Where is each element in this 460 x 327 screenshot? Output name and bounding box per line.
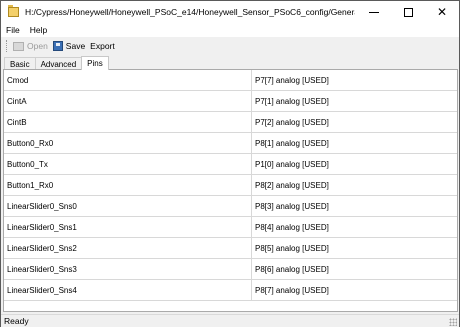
pin-value-cell[interactable]: P8[5] analog [USED] [252, 238, 457, 258]
table-row[interactable]: LinearSlider0_Sns4 P8[7] analog [USED] [4, 280, 457, 301]
floppy-disk-icon [52, 41, 63, 51]
minimize-icon [369, 11, 379, 13]
status-bar: Ready [1, 314, 459, 327]
save-button[interactable]: Save [52, 41, 86, 51]
window-controls: ✕ [357, 1, 459, 23]
pin-name-cell: Button0_Rx0 [4, 133, 252, 153]
menu-bar: File Help [1, 23, 459, 37]
close-button[interactable]: ✕ [425, 1, 459, 23]
tab-strip: Basic Advanced Pins [4, 56, 109, 70]
app-window: H:/Cypress/Honeywell/Honeywell_PSoC_e14/… [0, 0, 460, 327]
table-row[interactable]: LinearSlider0_Sns2 P8[5] analog [USED] [4, 238, 457, 259]
title-bar[interactable]: H:/Cypress/Honeywell/Honeywell_PSoC_e14/… [1, 1, 459, 23]
pin-name-cell: LinearSlider0_Sns2 [4, 238, 252, 258]
open-button[interactable]: Open [13, 41, 48, 51]
status-text: Ready [4, 316, 29, 326]
pin-name-cell: CintB [4, 112, 252, 132]
tab-pins[interactable]: Pins [81, 56, 109, 70]
pin-value-cell[interactable]: P7[2] analog [USED] [252, 112, 457, 132]
pin-name-cell: LinearSlider0_Sns3 [4, 259, 252, 279]
window-title: H:/Cypress/Honeywell/Honeywell_PSoC_e14/… [25, 7, 355, 17]
pin-value-cell[interactable]: P7[7] analog [USED] [252, 70, 457, 90]
pin-value-cell[interactable]: P8[1] analog [USED] [252, 133, 457, 153]
pin-value-cell[interactable]: P8[2] analog [USED] [252, 175, 457, 195]
pin-name-cell: LinearSlider0_Sns4 [4, 280, 252, 300]
pin-value-cell[interactable]: P8[3] analog [USED] [252, 196, 457, 216]
close-icon: ✕ [436, 5, 448, 19]
toolbar-grip [6, 40, 9, 52]
pin-value-cell[interactable]: P8[4] analog [USED] [252, 217, 457, 237]
pin-value-cell[interactable]: P1[0] analog [USED] [252, 154, 457, 174]
pin-name-cell: LinearSlider0_Sns1 [4, 217, 252, 237]
pin-name-cell: Cmod [4, 70, 252, 90]
maximize-button[interactable] [391, 1, 425, 23]
table-row[interactable]: Button1_Rx0 P8[2] analog [USED] [4, 175, 457, 196]
minimize-button[interactable] [357, 1, 391, 23]
menu-file[interactable]: File [1, 25, 25, 35]
save-label: Save [65, 41, 86, 51]
menu-help[interactable]: Help [25, 25, 52, 35]
resize-grip-icon[interactable] [449, 318, 457, 326]
table-row[interactable]: CintB P7[2] analog [USED] [4, 112, 457, 133]
toolbar: Open Save Export [1, 37, 459, 55]
pin-name-cell: Button0_Tx [4, 154, 252, 174]
table-row[interactable]: LinearSlider0_Sns1 P8[4] analog [USED] [4, 217, 457, 238]
pin-name-cell: LinearSlider0_Sns0 [4, 196, 252, 216]
export-button[interactable]: Export [90, 41, 115, 51]
folder-icon [8, 5, 19, 17]
pin-value-cell[interactable]: P8[6] analog [USED] [252, 259, 457, 279]
export-label: Export [90, 41, 115, 51]
pin-name-cell: Button1_Rx0 [4, 175, 252, 195]
open-label: Open [27, 41, 48, 51]
pin-value-cell[interactable]: P8[7] analog [USED] [252, 280, 457, 300]
folder-open-icon [13, 41, 24, 51]
table-row[interactable]: LinearSlider0_Sns0 P8[3] analog [USED] [4, 196, 457, 217]
pins-table: Cmod P7[7] analog [USED] CintA P7[1] ana… [3, 69, 458, 312]
table-row[interactable]: Button0_Tx P1[0] analog [USED] [4, 154, 457, 175]
table-row[interactable]: Cmod P7[7] analog [USED] [4, 70, 457, 91]
table-row[interactable]: LinearSlider0_Sns3 P8[6] analog [USED] [4, 259, 457, 280]
maximize-icon [403, 7, 413, 17]
table-row[interactable]: Button0_Rx0 P8[1] analog [USED] [4, 133, 457, 154]
pin-value-cell[interactable]: P7[1] analog [USED] [252, 91, 457, 111]
pin-name-cell: CintA [4, 91, 252, 111]
table-row[interactable]: CintA P7[1] analog [USED] [4, 91, 457, 112]
